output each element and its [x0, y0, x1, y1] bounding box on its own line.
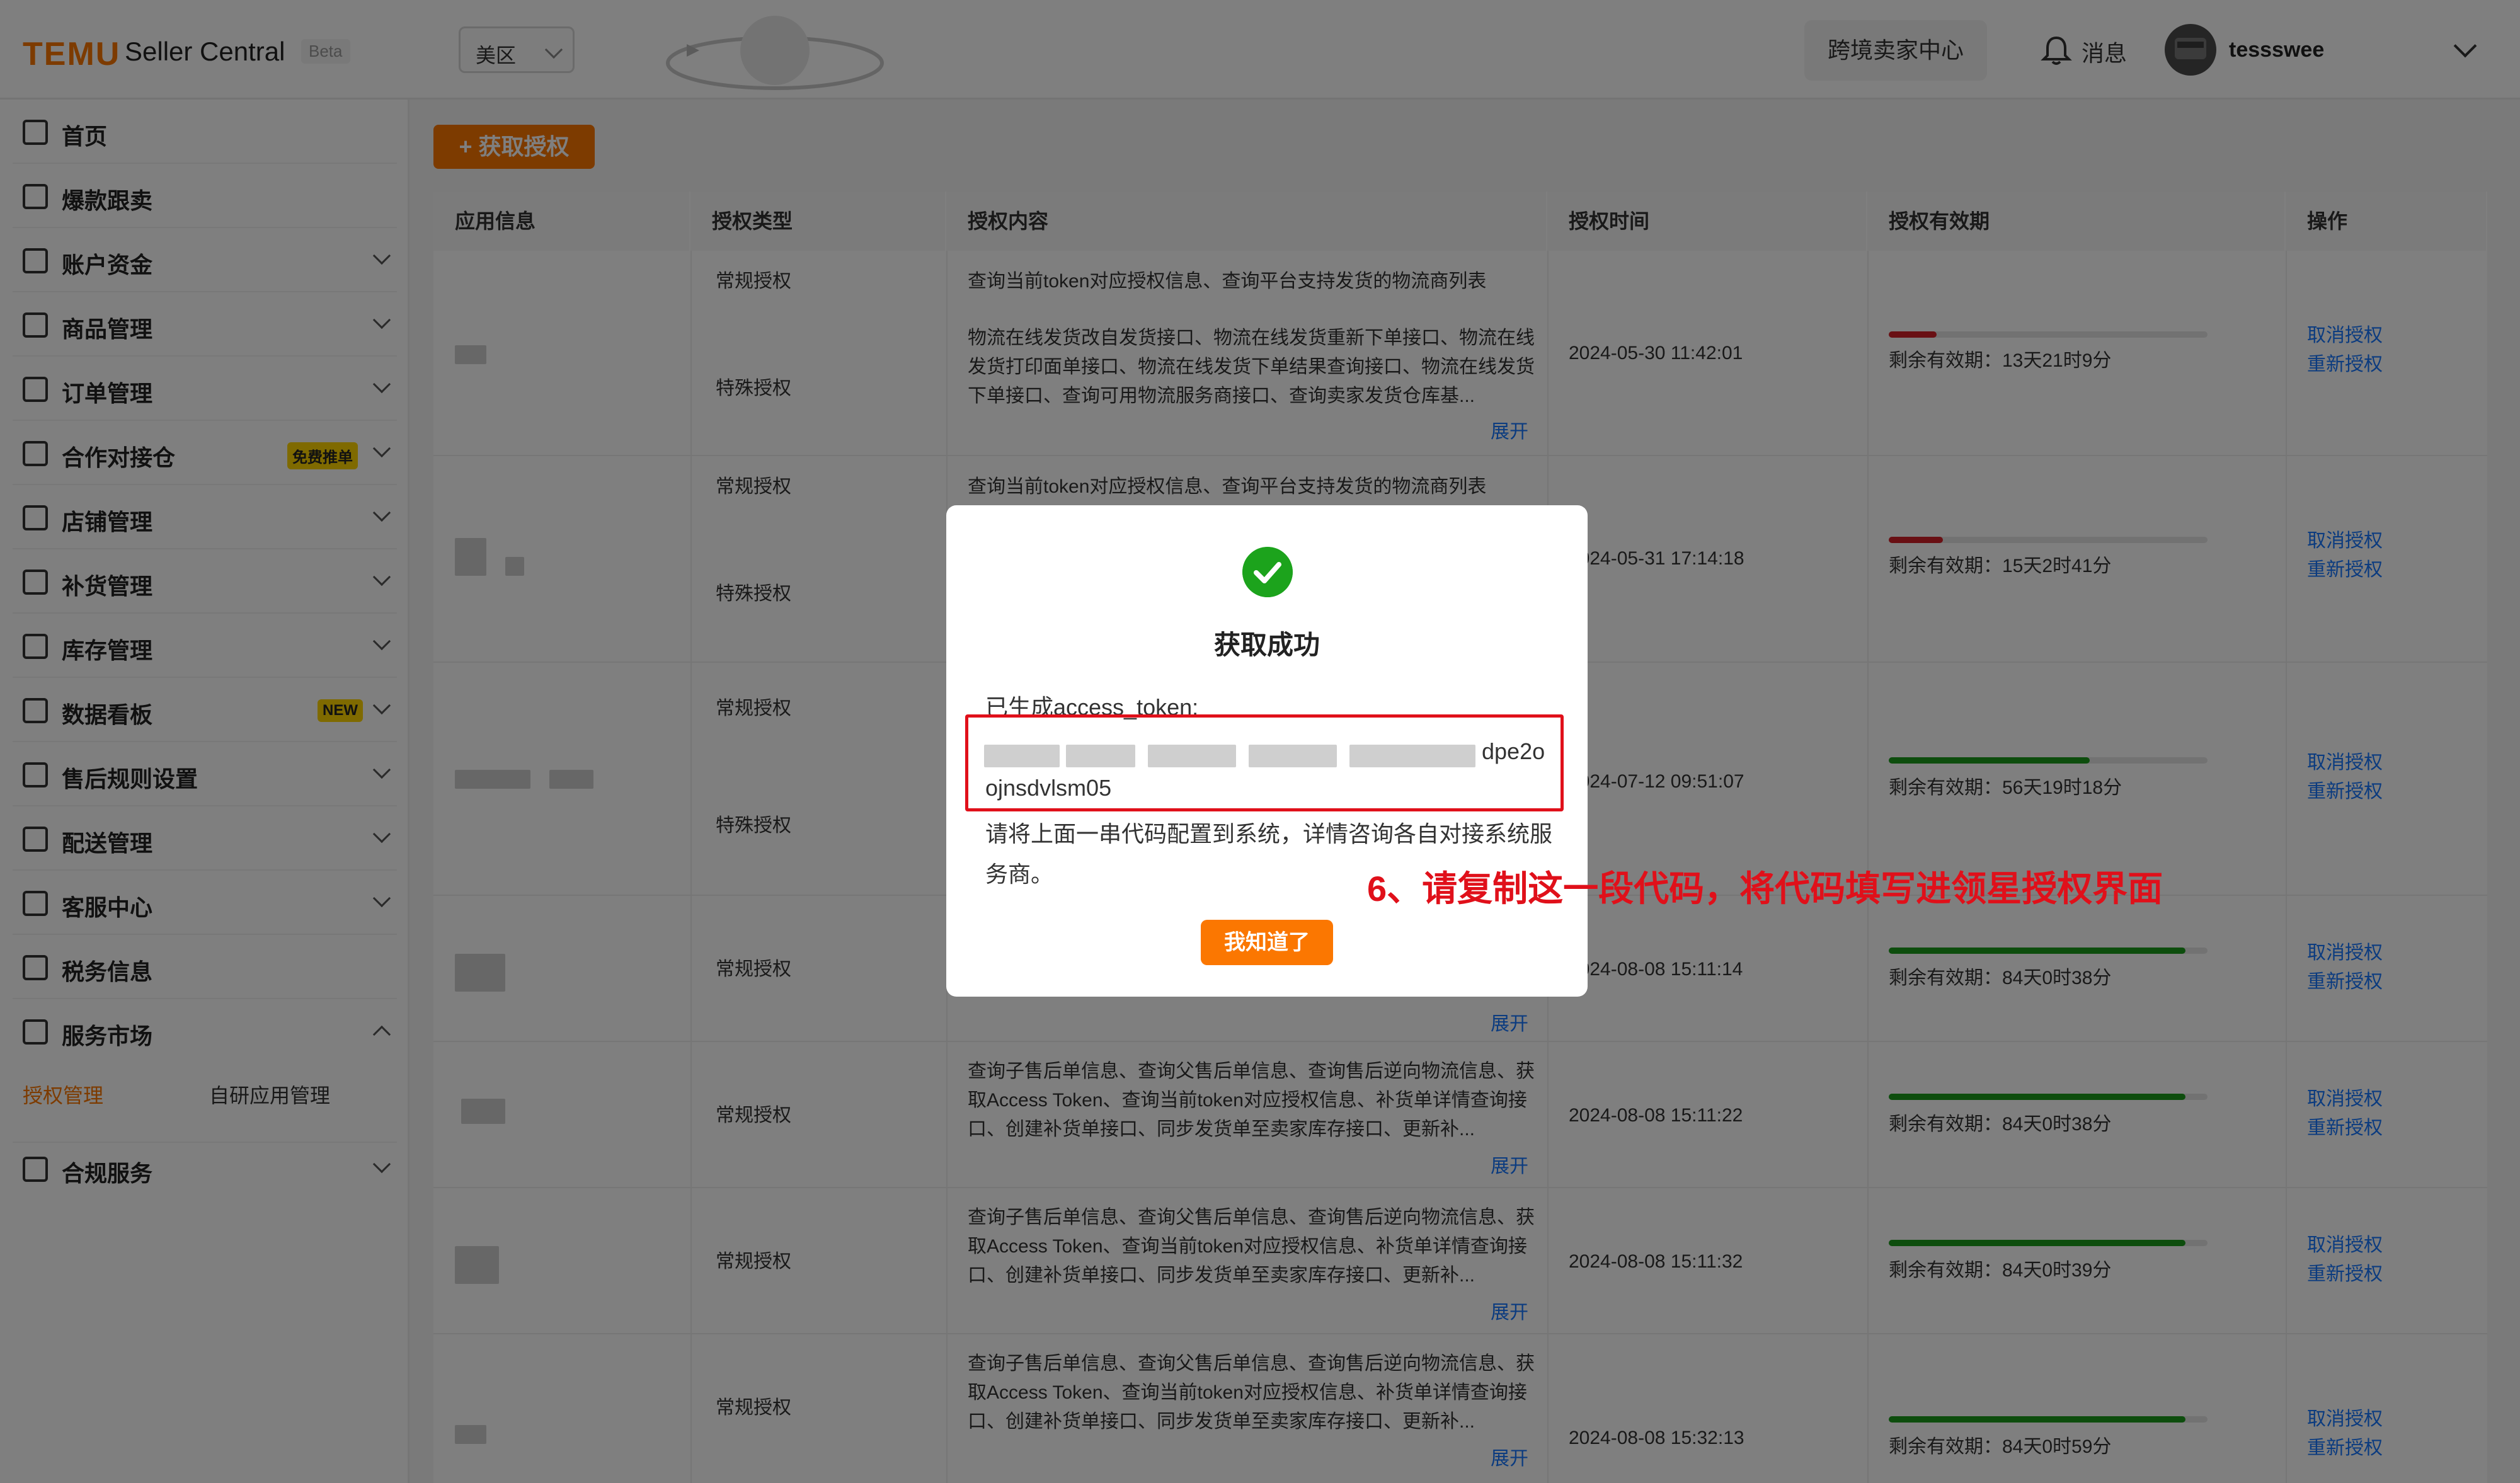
- check-circle-icon: [1242, 547, 1293, 597]
- success-modal: 获取成功 已生成access_token: dpe2o ojnsdvlsm05 …: [946, 505, 1588, 997]
- app-root: TEMU Seller Central Beta 美区 跨境卖家中心 消息 te…: [0, 0, 2520, 1483]
- instruction-annotation: 6、请复制这一段代码，将代码填写进领星授权界面: [1367, 869, 2163, 908]
- modal-title: 获取成功: [1213, 630, 1320, 660]
- got-it-button[interactable]: 我知道了: [1201, 920, 1333, 965]
- token-highlight-box: [965, 714, 1564, 811]
